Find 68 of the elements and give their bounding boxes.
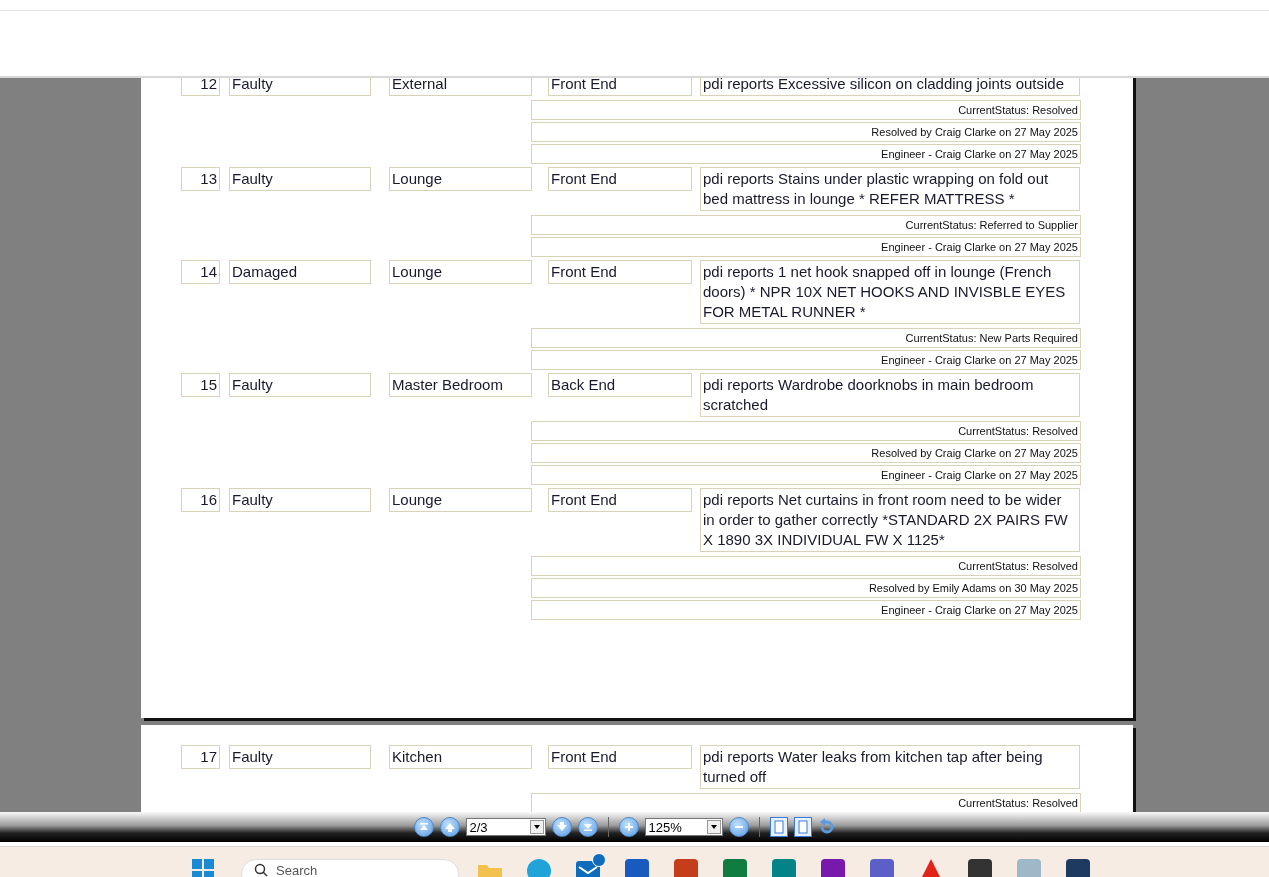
status-note: CurrentStatus: Resolved (531, 556, 1081, 576)
windows-start-icon[interactable] (192, 859, 214, 877)
unit-end: Front End (548, 167, 692, 191)
issue-description: pdi reports 1 net hook snapped off in lounge (French doors) * NPR 10X NET HOOKS AND INVISBLE EYES FOR METAL RUNNER * (700, 260, 1080, 324)
down-arrow-icon (555, 821, 568, 833)
room-location: Lounge (389, 260, 532, 284)
status-note: Engineer - Craig Clarke on 27 May 2025 (531, 350, 1081, 370)
page-field[interactable]: 2/3 (465, 818, 546, 836)
dropdown-button[interactable] (529, 820, 544, 834)
issue-description: pdi reports Stains under plastic wrapping on fold out bed mattress in lounge * REFER MATTRESS * (700, 167, 1080, 211)
status-note: CurrentStatus: Resolved (531, 421, 1081, 441)
caret-icon (710, 825, 717, 829)
room-location: External (389, 78, 532, 96)
room-location: Lounge (389, 167, 532, 191)
status-note: Engineer - Craig Clarke on 27 May 2025 (531, 465, 1081, 485)
issue-type: Faulty (229, 78, 371, 96)
first-page-button[interactable] (413, 817, 434, 837)
status-note: Engineer - Craig Clarke on 27 May 2025 (531, 144, 1081, 164)
unit-end: Back End (548, 373, 692, 397)
issue-description: pdi reports Wardrobe doorknobs in main bedroom scratched (700, 373, 1080, 417)
room-location: Kitchen (389, 745, 532, 769)
issue-type: Faulty (229, 167, 371, 191)
item-number: 13 (181, 167, 220, 191)
dropdown-button[interactable] (706, 820, 721, 834)
unit-end: Front End (548, 78, 692, 96)
status-note: Resolved by Craig Clarke on 27 May 2025 (531, 443, 1081, 463)
room-location: Master Bedroom (389, 373, 532, 397)
status-note: CurrentStatus: Resolved (531, 100, 1081, 120)
next-page-button[interactable] (551, 817, 572, 837)
first-page-icon (417, 821, 430, 833)
issue-type: Faulty (229, 488, 371, 512)
item-number: 16 (181, 488, 220, 512)
status-note: Resolved by Craig Clarke on 27 May 2025 (531, 122, 1081, 142)
status-note: Engineer - Craig Clarke on 27 May 2025 (531, 600, 1081, 620)
zoom-out-button[interactable] (728, 817, 749, 837)
status-note: CurrentStatus: New Parts Required (531, 328, 1081, 348)
up-arrow-icon (443, 821, 456, 833)
issue-type: Faulty (229, 745, 371, 769)
page-icon (773, 820, 784, 834)
unit-end: Front End (548, 260, 692, 284)
item-number: 15 (181, 373, 220, 397)
item-number: 14 (181, 260, 220, 284)
item-number: 12 (181, 78, 220, 96)
search-field[interactable]: Search (241, 859, 459, 877)
issue-description: pdi reports Excessive silicon on cladding joints outside (700, 78, 1080, 96)
taskbar-app-button[interactable] (576, 853, 606, 877)
issue-type: Damaged (229, 260, 371, 284)
item-number: 17 (181, 745, 220, 769)
plus-icon (622, 821, 635, 833)
fit-page-button[interactable] (793, 817, 812, 837)
status-note: CurrentStatus: Referred to Supplier (531, 215, 1081, 235)
last-page-button[interactable] (577, 817, 598, 837)
fit-width-button[interactable] (769, 817, 788, 837)
unit-end: Front End (548, 488, 692, 512)
unit-end: Front End (548, 745, 692, 769)
room-location: Lounge (389, 488, 532, 512)
search-icon (254, 863, 268, 877)
status-note: Engineer - Craig Clarke on 27 May 2025 (531, 237, 1081, 257)
zoom-field[interactable]: 125% (644, 818, 723, 836)
last-page-icon (581, 821, 594, 833)
status-note: Resolved by Emily Adams on 30 May 2025 (531, 578, 1081, 598)
issue-description: pdi reports Water leaks from kitchen tap after being turned off (700, 745, 1080, 789)
issue-description: pdi reports Net curtains in front room need to be wider in order to gather correctly *STANDARD 2X PAIRS FW X 1890 3X INDIVIDUAL FW X 1125* (700, 488, 1080, 552)
previous-page-button[interactable] (439, 817, 460, 837)
page-icon (797, 820, 808, 834)
caret-icon (533, 825, 540, 829)
zoom-in-button[interactable] (618, 817, 639, 837)
issue-type: Faulty (229, 373, 371, 397)
